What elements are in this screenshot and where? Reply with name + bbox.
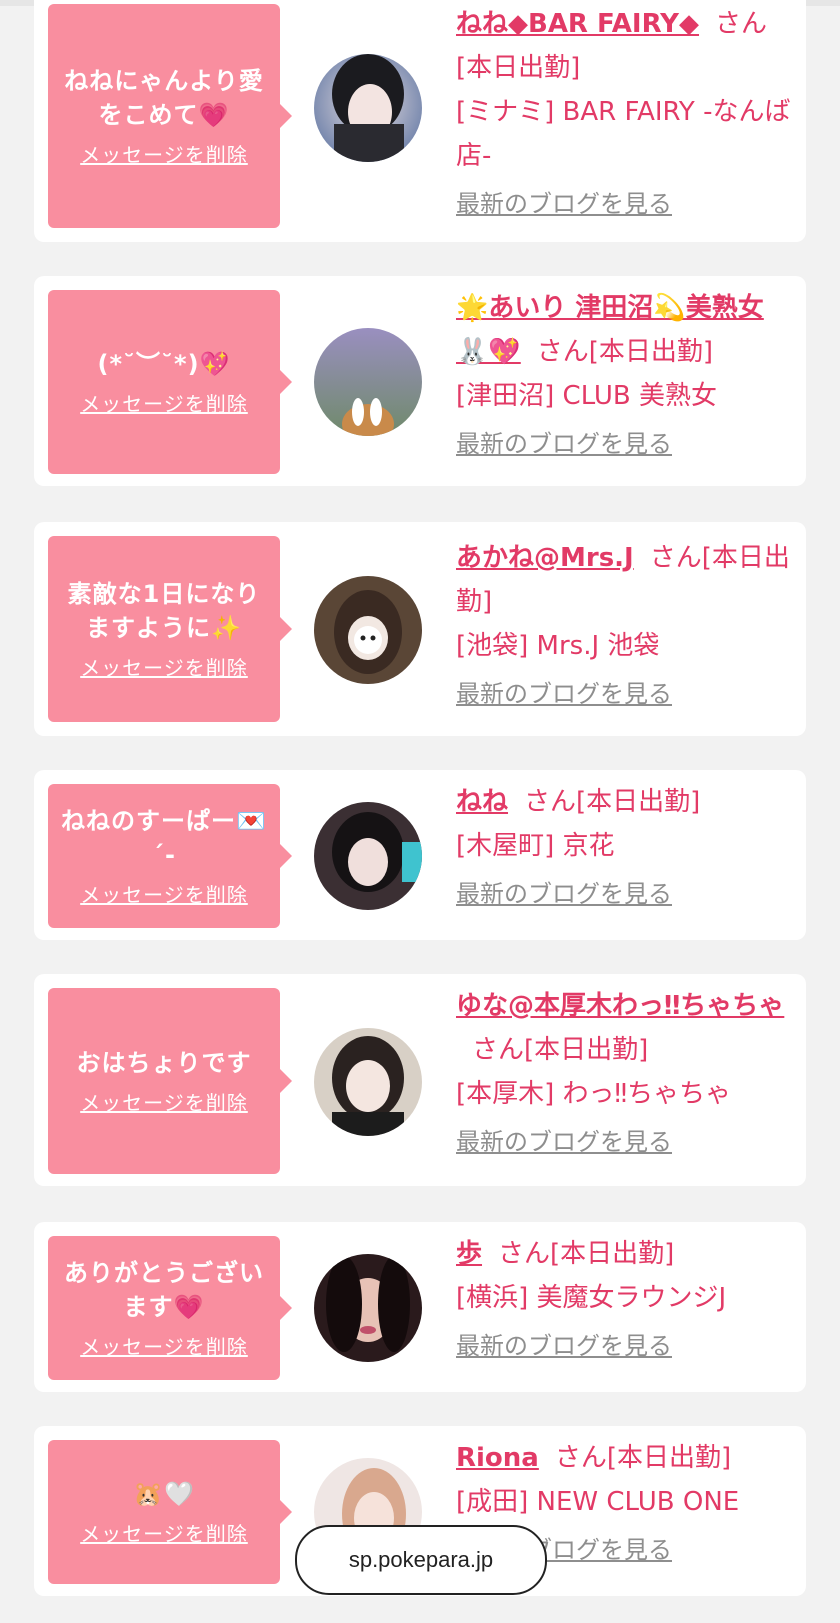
honorific: さん <box>554 1443 607 1473</box>
blog-link[interactable]: 最新のブログを見る <box>456 874 796 914</box>
shop-name: [本厚木] わっ‼ちゃちゃ <box>456 1079 732 1109</box>
delete-message-link[interactable]: メッセージを削除 <box>80 391 248 417</box>
message-card: おはちょりです メッセージを削除 ゆな@本厚木わっ‼ちゃちゃさん[本日出勤] [… <box>34 974 806 1186</box>
message-text: ねねのすーぱー💌´- <box>61 807 267 869</box>
avatar[interactable] <box>314 802 422 910</box>
message-text: おはちょりです <box>76 1049 252 1077</box>
delete-message-link[interactable]: メッセージを削除 <box>80 882 248 908</box>
url-bar[interactable]: sp.pokepara.jp <box>295 1525 547 1595</box>
message-bubble: ねねにゃんより愛をこめて💗 メッセージを削除 <box>48 4 292 228</box>
cast-name-link[interactable]: ねね◆BAR FAIRY◆ <box>456 9 699 39</box>
cast-name-link[interactable]: Riona <box>456 1443 539 1473</box>
delete-message-link[interactable]: メッセージを削除 <box>80 1090 248 1116</box>
message-card: ありがとうございます💗 メッセージを削除 歩さん[本日出勤] [横浜] 美魔女ラ… <box>34 1222 806 1392</box>
blog-link[interactable]: 最新のブログを見る <box>456 424 796 464</box>
delete-message-link[interactable]: メッセージを削除 <box>80 1334 248 1360</box>
message-text: ありがとうございます💗 <box>64 1259 264 1321</box>
blog-link[interactable]: 最新のブログを見る <box>456 1326 796 1366</box>
shop-name: [木屋町] 京花 <box>456 831 615 861</box>
avatar[interactable] <box>314 1254 422 1362</box>
blog-link[interactable]: 最新のブログを見る <box>456 674 796 714</box>
blog-link[interactable]: 最新のブログを見る <box>456 184 796 224</box>
attendance-status: [本日出勤] <box>576 787 701 817</box>
message-text: ねねにゃんより愛をこめて💗 <box>64 67 264 129</box>
cast-name-link[interactable]: 歩 <box>456 1239 482 1269</box>
shop-name: [ミナミ] BAR FAIRY -なんば店- <box>456 97 791 171</box>
message-card: ねねのすーぱー💌´- メッセージを削除 ねね さん[本日出勤] [木屋町] 京花 … <box>34 770 806 940</box>
message-text: (*˘︶˘*)💖 <box>97 350 231 378</box>
honorific: さん <box>498 1239 551 1269</box>
shop-name: [成田] NEW CLUB ONE <box>456 1487 740 1517</box>
message-card: 素敵な1日になりますように✨ メッセージを削除 あかね@Mrs.J さん[本日出勤… <box>34 522 806 736</box>
honorific: さん <box>649 543 702 573</box>
message-bubble: (*˘︶˘*)💖 メッセージを削除 <box>48 290 292 474</box>
cast-info: あかね@Mrs.J さん[本日出勤] [池袋] Mrs.J 池袋 最新のブログを見… <box>456 536 796 714</box>
shop-name: [横浜] 美魔女ラウンジJ <box>456 1283 727 1313</box>
honorific: さん <box>536 337 589 367</box>
cast-info: 🌟あいり 津田沼💫美熟女🐰💖 さん[本日出勤] [津田沼] CLUB 美熟女 最新… <box>456 286 796 464</box>
message-bubble: 🐹🤍 メッセージを削除 <box>48 1440 292 1584</box>
delete-message-link[interactable]: メッセージを削除 <box>80 142 248 168</box>
delete-message-link[interactable]: メッセージを削除 <box>80 1521 248 1547</box>
message-bubble: ねねのすーぱー💌´- メッセージを削除 <box>48 784 292 928</box>
blog-link[interactable]: 最新のブログを見る <box>456 1122 796 1162</box>
cast-name-link[interactable]: あかね@Mrs.J <box>456 543 634 573</box>
message-text: 🐹🤍 <box>133 1480 195 1508</box>
cast-info: ゆな@本厚木わっ‼ちゃちゃさん[本日出勤] [本厚木] わっ‼ちゃちゃ 最新のブ… <box>456 984 796 1162</box>
attendance-status: [本日出勤] <box>588 337 714 367</box>
cast-name-link[interactable]: ゆな@本厚木わっ‼ちゃちゃ <box>456 991 784 1021</box>
shop-name: [津田沼] CLUB 美熟女 <box>456 381 718 411</box>
honorific: さん <box>524 787 577 817</box>
avatar[interactable] <box>314 576 422 684</box>
honorific: さん <box>715 9 768 39</box>
message-card: ねねにゃんより愛をこめて💗 メッセージを削除 ねね◆BAR FAIRY◆ さん [… <box>34 0 806 242</box>
message-bubble: 素敵な1日になりますように✨ メッセージを削除 <box>48 536 292 722</box>
attendance-status: [本日出勤] <box>550 1239 675 1269</box>
avatar[interactable] <box>314 328 422 436</box>
avatar[interactable] <box>314 54 422 162</box>
message-bubble: おはちょりです メッセージを削除 <box>48 988 292 1174</box>
avatar[interactable] <box>314 1028 422 1136</box>
cast-info: 歩さん[本日出勤] [横浜] 美魔女ラウンジJ 最新のブログを見る <box>456 1232 796 1366</box>
attendance-status: [本日出勤] <box>524 1035 649 1065</box>
attendance-status: [本日出勤] <box>456 53 581 83</box>
delete-message-link[interactable]: メッセージを削除 <box>80 655 248 681</box>
attendance-status: [本日出勤] <box>606 1443 732 1473</box>
shop-name: [池袋] Mrs.J 池袋 <box>456 631 660 661</box>
cast-name-link[interactable]: ねね <box>456 787 508 817</box>
cast-info: ねね さん[本日出勤] [木屋町] 京花 最新のブログを見る <box>456 780 796 914</box>
message-bubble: ありがとうございます💗 メッセージを削除 <box>48 1236 292 1380</box>
honorific: さん <box>472 1035 525 1065</box>
message-text: 素敵な1日になりますように✨ <box>67 580 261 642</box>
message-card: (*˘︶˘*)💖 メッセージを削除 🌟あいり 津田沼💫美熟女🐰💖 さん[本日出勤]… <box>34 276 806 486</box>
cast-info: ねね◆BAR FAIRY◆ さん [本日出勤] [ミナミ] BAR FAIRY -… <box>456 2 796 224</box>
